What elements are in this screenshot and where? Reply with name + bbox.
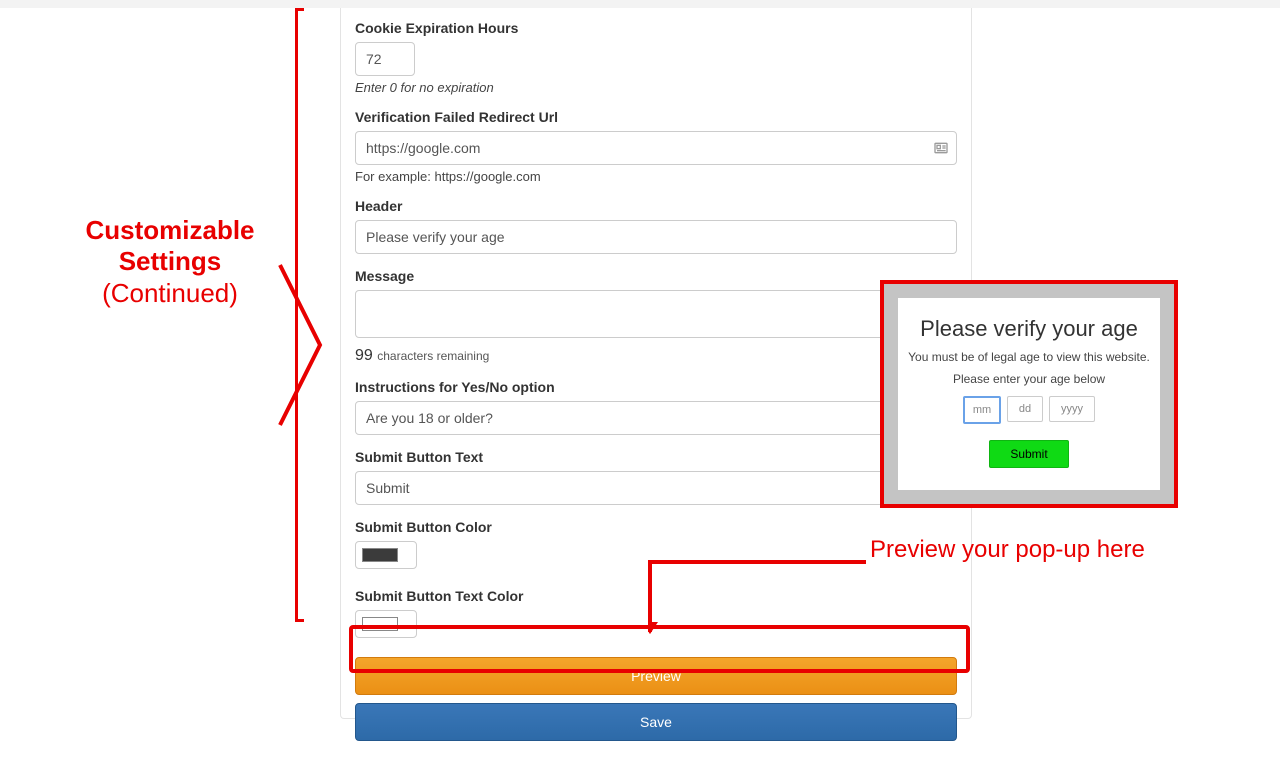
cookie-expiration-help: Enter 0 for no expiration bbox=[355, 80, 957, 95]
popup-submit-button[interactable]: Submit bbox=[989, 440, 1068, 468]
header-input[interactable] bbox=[355, 220, 957, 254]
submit-text-color-picker[interactable] bbox=[355, 610, 417, 638]
red-bracket-icon bbox=[295, 8, 303, 622]
popup-dd-input[interactable]: dd bbox=[1007, 396, 1043, 422]
cookie-expiration-label: Cookie Expiration Hours bbox=[355, 20, 957, 36]
redirect-url-label: Verification Failed Redirect Url bbox=[355, 109, 957, 125]
instructions-input[interactable] bbox=[355, 401, 957, 435]
submit-text-color-swatch bbox=[362, 617, 398, 631]
cookie-expiration-input[interactable] bbox=[355, 42, 415, 76]
popup-mm-input[interactable]: mm bbox=[963, 396, 1001, 424]
annotation-line1: Customizable bbox=[60, 215, 280, 246]
redirect-url-input[interactable] bbox=[355, 131, 957, 165]
message-remaining-text: characters remaining bbox=[377, 349, 489, 363]
field-cookie-expiration: Cookie Expiration Hours Enter 0 for no e… bbox=[355, 20, 957, 95]
annotation-continued: (Continued) bbox=[60, 277, 280, 311]
preview-caption: Preview your pop-up here bbox=[870, 536, 1145, 564]
field-submit-color: Submit Button Color bbox=[355, 519, 957, 574]
field-redirect-url: Verification Failed Redirect Url For exa… bbox=[355, 109, 957, 184]
header-label: Header bbox=[355, 198, 957, 214]
submit-text-label: Submit Button Text bbox=[355, 449, 957, 465]
submit-text-input[interactable] bbox=[355, 471, 957, 505]
field-message: Message 99 characters remaining bbox=[355, 268, 957, 365]
message-textarea[interactable] bbox=[355, 290, 957, 338]
popup-yyyy-input[interactable]: yyyy bbox=[1049, 396, 1095, 422]
popup-date-row: mm dd yyyy bbox=[908, 396, 1150, 424]
popup-title: Please verify your age bbox=[908, 316, 1150, 342]
instructions-label: Instructions for Yes/No option bbox=[355, 379, 957, 395]
popup-line1: You must be of legal age to view this we… bbox=[908, 350, 1150, 364]
message-label: Message bbox=[355, 268, 957, 284]
annotation-pointer-icon bbox=[275, 260, 325, 430]
submit-color-swatch bbox=[362, 548, 398, 562]
preview-button[interactable]: Preview bbox=[355, 657, 957, 695]
annotation-customizable-settings: Customizable Settings (Continued) bbox=[60, 215, 280, 311]
field-submit-text-color: Submit Button Text Color bbox=[355, 588, 957, 643]
contact-card-icon bbox=[933, 140, 949, 156]
redirect-url-example: For example: https://google.com bbox=[355, 169, 957, 184]
settings-panel: Cookie Expiration Hours Enter 0 for no e… bbox=[340, 8, 972, 719]
popup-preview-container: Please verify your age You must be of le… bbox=[880, 280, 1178, 508]
save-button[interactable]: Save bbox=[355, 703, 957, 741]
submit-text-color-label: Submit Button Text Color bbox=[355, 588, 957, 604]
submit-color-picker[interactable] bbox=[355, 541, 417, 569]
message-remaining-num: 99 bbox=[355, 347, 373, 364]
message-remaining: 99 characters remaining bbox=[355, 347, 957, 365]
field-header: Header bbox=[355, 198, 957, 254]
top-band bbox=[0, 0, 1280, 8]
annotation-line2: Settings bbox=[60, 246, 280, 277]
submit-color-label: Submit Button Color bbox=[355, 519, 957, 535]
field-submit-text: Submit Button Text bbox=[355, 449, 957, 505]
field-instructions: Instructions for Yes/No option bbox=[355, 379, 957, 435]
popup-line2: Please enter your age below bbox=[908, 372, 1150, 386]
